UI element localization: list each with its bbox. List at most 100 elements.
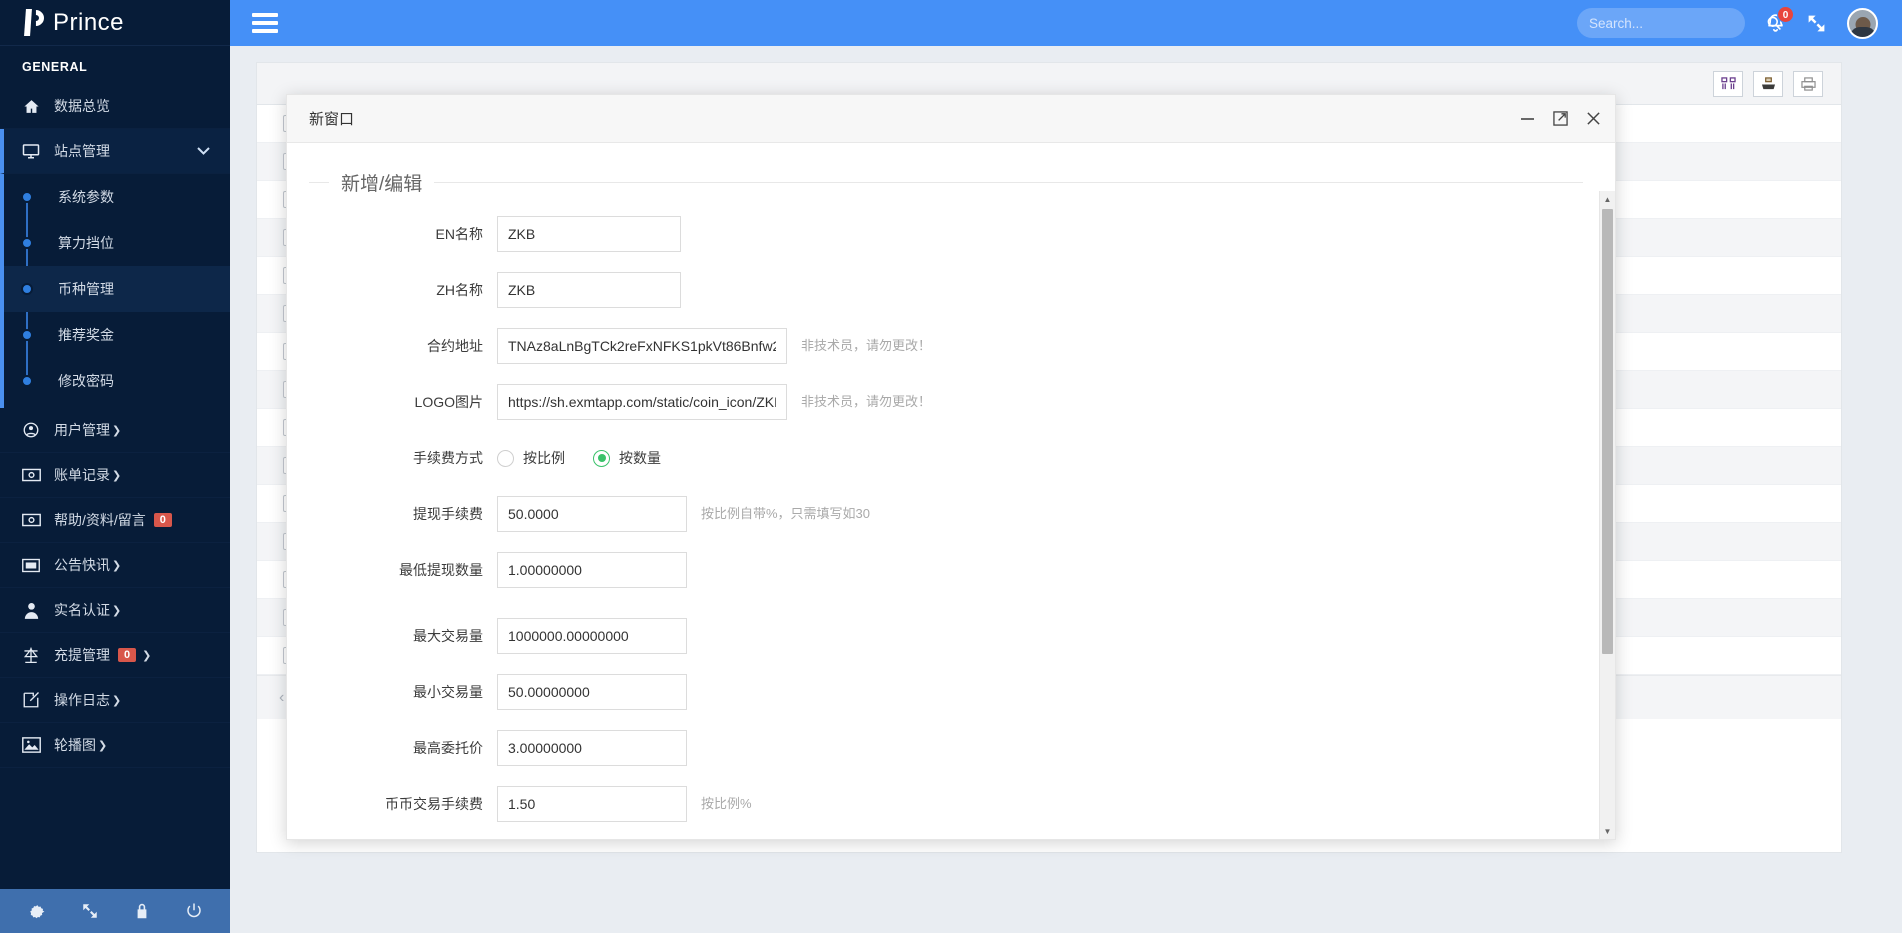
user-circle-icon (18, 421, 44, 439)
chevron-right-icon: ❯ (112, 694, 122, 707)
lock-icon[interactable] (134, 902, 150, 920)
max-trade-volume-input[interactable] (497, 618, 687, 654)
sidebar-subitem-label: 算力挡位 (58, 235, 114, 251)
home-icon (18, 98, 44, 115)
sidebar-item-identity-verification[interactable]: 实名认证 ❯ (0, 588, 230, 633)
status-badge: 0 (153, 513, 172, 527)
radio-label: 按比例 (523, 450, 565, 466)
field-label: 提现手续费 (413, 506, 483, 522)
sidebar-item-data-overview[interactable]: 数据总览 (0, 84, 230, 129)
field-label: 合约地址 (427, 338, 483, 354)
sidebar-item-announcements[interactable]: 公告快讯 ❯ (0, 543, 230, 588)
form-row-contract-address: 合约地址 非技术员，请勿更改！ (287, 328, 1599, 364)
field-hint: 非技术员，请勿更改！ (801, 338, 932, 353)
form-row-coin-trade-fee: 币币交易手续费 按比例% (287, 786, 1599, 822)
sidebar-item-help-materials-messages[interactable]: 帮助/资料/留言 0 (0, 498, 230, 543)
field-label: 最高委托价 (413, 740, 483, 756)
notifications-button[interactable]: 0 (1765, 6, 1794, 34)
sidebar-item-billing-records[interactable]: 账单记录 ❯ (0, 453, 230, 498)
header-actions: 0 (1577, 6, 1902, 39)
sidebar-section-label: GENERAL (22, 60, 88, 74)
prince-p-icon (22, 6, 48, 36)
scroll-up-icon[interactable]: ▲ (1600, 191, 1615, 207)
fee-mode-option-quantity[interactable]: 按数量 (593, 448, 661, 468)
close-icon[interactable] (1586, 111, 1601, 126)
columns-icon[interactable] (1713, 70, 1743, 97)
form-row-max-order-price: 最高委托价 (287, 730, 1599, 766)
field-label: EN名称 (435, 226, 483, 242)
hamburger-icon[interactable] (252, 9, 278, 37)
chevron-right-icon: ❯ (142, 649, 152, 662)
gear-icon[interactable] (27, 902, 46, 921)
coin-trade-fee-input[interactable] (497, 786, 687, 822)
chevron-right-icon: ❯ (112, 424, 122, 437)
bullet-dot-icon (21, 329, 33, 341)
logo-image-input[interactable] (497, 384, 787, 420)
en-name-input[interactable] (497, 216, 681, 252)
radio-icon (497, 449, 514, 467)
sidebar-item-deposit-withdraw-management[interactable]: 充提管理 0 ❯ (0, 633, 230, 678)
field-hint: 按比例% (701, 796, 752, 811)
fullscreen-icon[interactable] (81, 902, 99, 920)
fieldset-legend-row: 新增/编辑 (287, 143, 1599, 196)
form-row-max-trade-volume: 最大交易量 (287, 618, 1599, 654)
fieldset-legend: 新增/编辑 (341, 174, 423, 195)
money-icon (18, 468, 44, 482)
sidebar-item-operation-logs[interactable]: 操作日志 ❯ (0, 678, 230, 723)
sidebar-item-label: 用户管理 (54, 422, 110, 438)
min-withdraw-amount-input[interactable] (497, 552, 687, 588)
sidebar-item-label: 公告快讯 (54, 557, 110, 573)
form-row-zh-name: ZH名称 (287, 272, 1599, 308)
sidebar-subitem-referral-bonus[interactable]: 推荐奖金 (4, 312, 230, 358)
minimize-icon[interactable] (1520, 113, 1535, 125)
sidebar-item-label: 站点管理 (54, 143, 110, 159)
search-input[interactable] (1589, 15, 1766, 31)
export-icon[interactable] (1753, 70, 1783, 97)
contract-address-input[interactable] (497, 328, 787, 364)
sidebar-item-label: 账单记录 (54, 467, 110, 483)
sidebar-subitem-hashrate-tiers[interactable]: 算力挡位 (4, 220, 230, 266)
sidebar-item-label: 实名认证 (54, 602, 110, 618)
print-icon[interactable] (1793, 70, 1823, 97)
sidebar-subitem-system-params[interactable]: 系统参数 (4, 174, 230, 220)
pagination-prev-button[interactable]: ‹ (279, 689, 284, 707)
sidebar-item-user-management[interactable]: 用户管理 ❯ (0, 408, 230, 453)
fee-mode-option-ratio[interactable]: 按比例 (497, 448, 565, 468)
sidebar-subitem-change-password[interactable]: 修改密码 (4, 358, 230, 404)
scroll-down-icon[interactable]: ▼ (1600, 823, 1615, 839)
sidebar-item-label: 充提管理 (54, 647, 110, 663)
field-label: ZH名称 (436, 282, 483, 298)
min-trade-volume-input[interactable] (497, 674, 687, 710)
avatar[interactable] (1847, 7, 1878, 39)
sidebar-item-carousel-images[interactable]: 轮播图 ❯ (0, 723, 230, 768)
search-box[interactable] (1577, 8, 1781, 38)
power-icon[interactable] (185, 902, 203, 920)
field-label: 最低提现数量 (399, 562, 483, 578)
avatar-body (1849, 26, 1876, 37)
sidebar-submenu: 系统参数 算力挡位 币种管理 推荐奖金 修改密码 (0, 174, 230, 408)
bullet-dot-icon (21, 191, 33, 203)
radio-label: 按数量 (619, 450, 661, 466)
scrollbar-thumb[interactable] (1602, 209, 1613, 654)
max-order-price-input[interactable] (497, 730, 687, 766)
edit-square-icon (18, 691, 44, 709)
sidebar-subitem-coin-management[interactable]: 币种管理 (4, 266, 230, 312)
sidebar: Prince GENERAL 数据总览 站点管理 系统参数 算力挡位 币种管理 … (0, 0, 230, 933)
modal-title: 新窗口 (309, 111, 355, 128)
modal-scrollbar[interactable]: ▲ ▼ (1599, 191, 1615, 839)
fullscreen-icon[interactable] (1806, 13, 1827, 34)
field-label: LOGO图片 (414, 394, 483, 410)
zh-name-input[interactable] (497, 272, 681, 308)
maximize-icon[interactable] (1553, 111, 1568, 126)
form-row-withdraw-fee: 提现手续费 按比例自带%，只需填写如30 (287, 496, 1599, 532)
chevron-down-icon (197, 147, 210, 155)
withdraw-fee-input[interactable] (497, 496, 687, 532)
sidebar-item-site-management[interactable]: 站点管理 (0, 129, 230, 174)
sidebar-subitem-label: 币种管理 (58, 281, 114, 297)
brand-logo[interactable]: Prince (0, 0, 230, 46)
chevron-right-icon: ❯ (112, 604, 122, 617)
form-row-fee-mode: 手续费方式 按比例 按数量 (287, 440, 1599, 476)
form-row-logo-image: LOGO图片 非技术员，请勿更改！ (287, 384, 1599, 420)
field-hint: 按比例自带%，只需填写如30 (701, 506, 871, 521)
sidebar-item-label: 帮助/资料/留言 (54, 512, 146, 528)
